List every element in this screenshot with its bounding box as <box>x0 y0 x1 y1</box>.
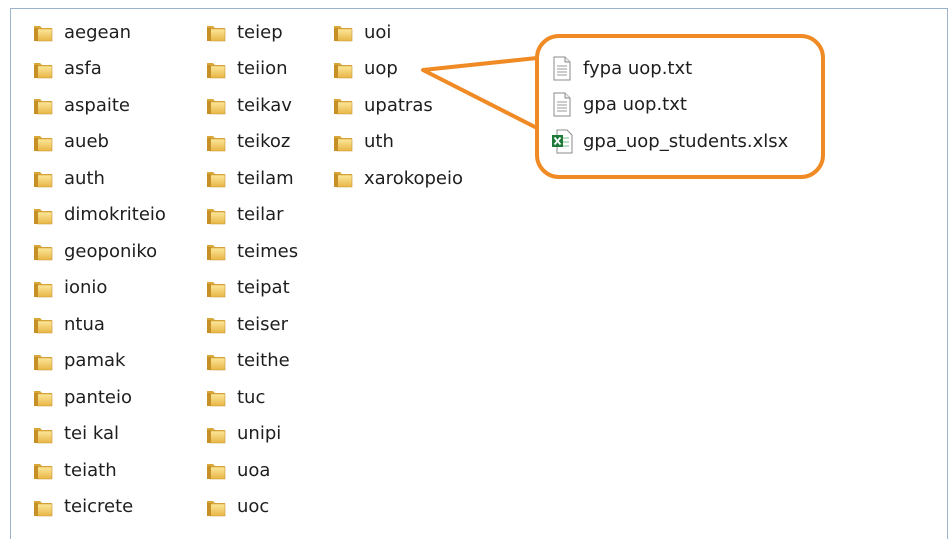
text-file-icon <box>551 92 573 117</box>
excel-file-icon <box>551 129 573 154</box>
file-label: gpa_uop_students.xlsx <box>583 130 789 152</box>
file-item-gpa-uop-txt[interactable]: gpa uop.txt <box>551 87 788 124</box>
file-label: fypa uop.txt <box>583 57 693 79</box>
text-file-icon <box>551 56 573 81</box>
file-item-fypa-uop-txt[interactable]: fypa uop.txt <box>551 50 788 87</box>
uop-file-list: fypa uop.txt gpa uop.txt gpa_uop_students.… <box>551 50 788 160</box>
file-item-gpa-uop-students-xlsx[interactable]: gpa_uop_students.xlsx <box>551 123 788 160</box>
file-label: gpa uop.txt <box>583 94 687 116</box>
